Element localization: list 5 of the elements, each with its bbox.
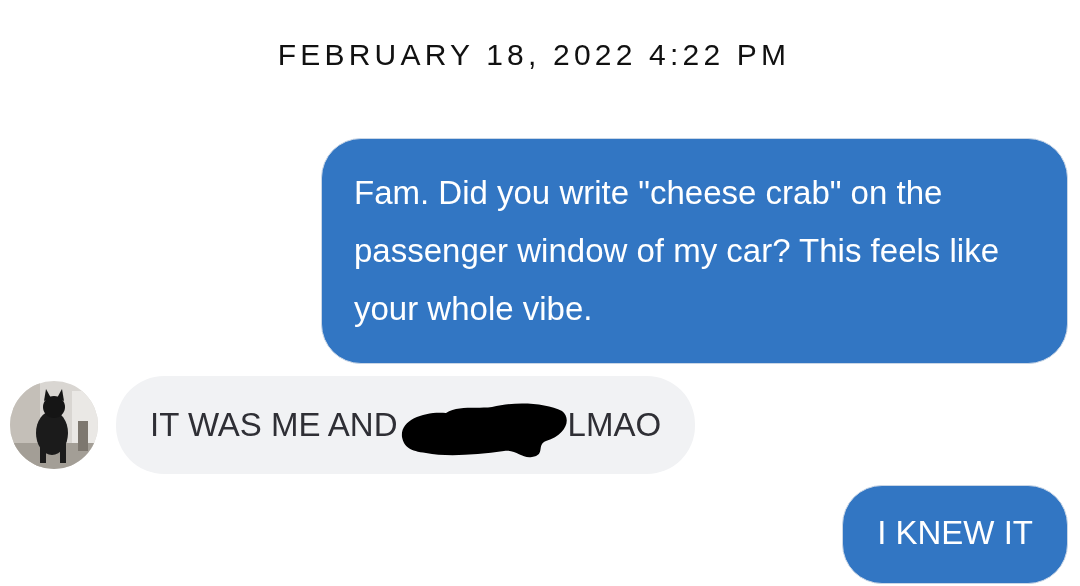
message-bubble: Fam. Did you write "cheese crab" on the passenger window of my car? This feels like your whole vibe. xyxy=(321,138,1068,364)
message-bubble: I KNEW IT xyxy=(842,485,1068,584)
message-timestamp: FEBRUARY 18, 2022 4:22 PM xyxy=(277,38,791,72)
message-text: LMAO xyxy=(567,406,662,444)
message-text: IT WAS ME AND xyxy=(150,406,398,444)
